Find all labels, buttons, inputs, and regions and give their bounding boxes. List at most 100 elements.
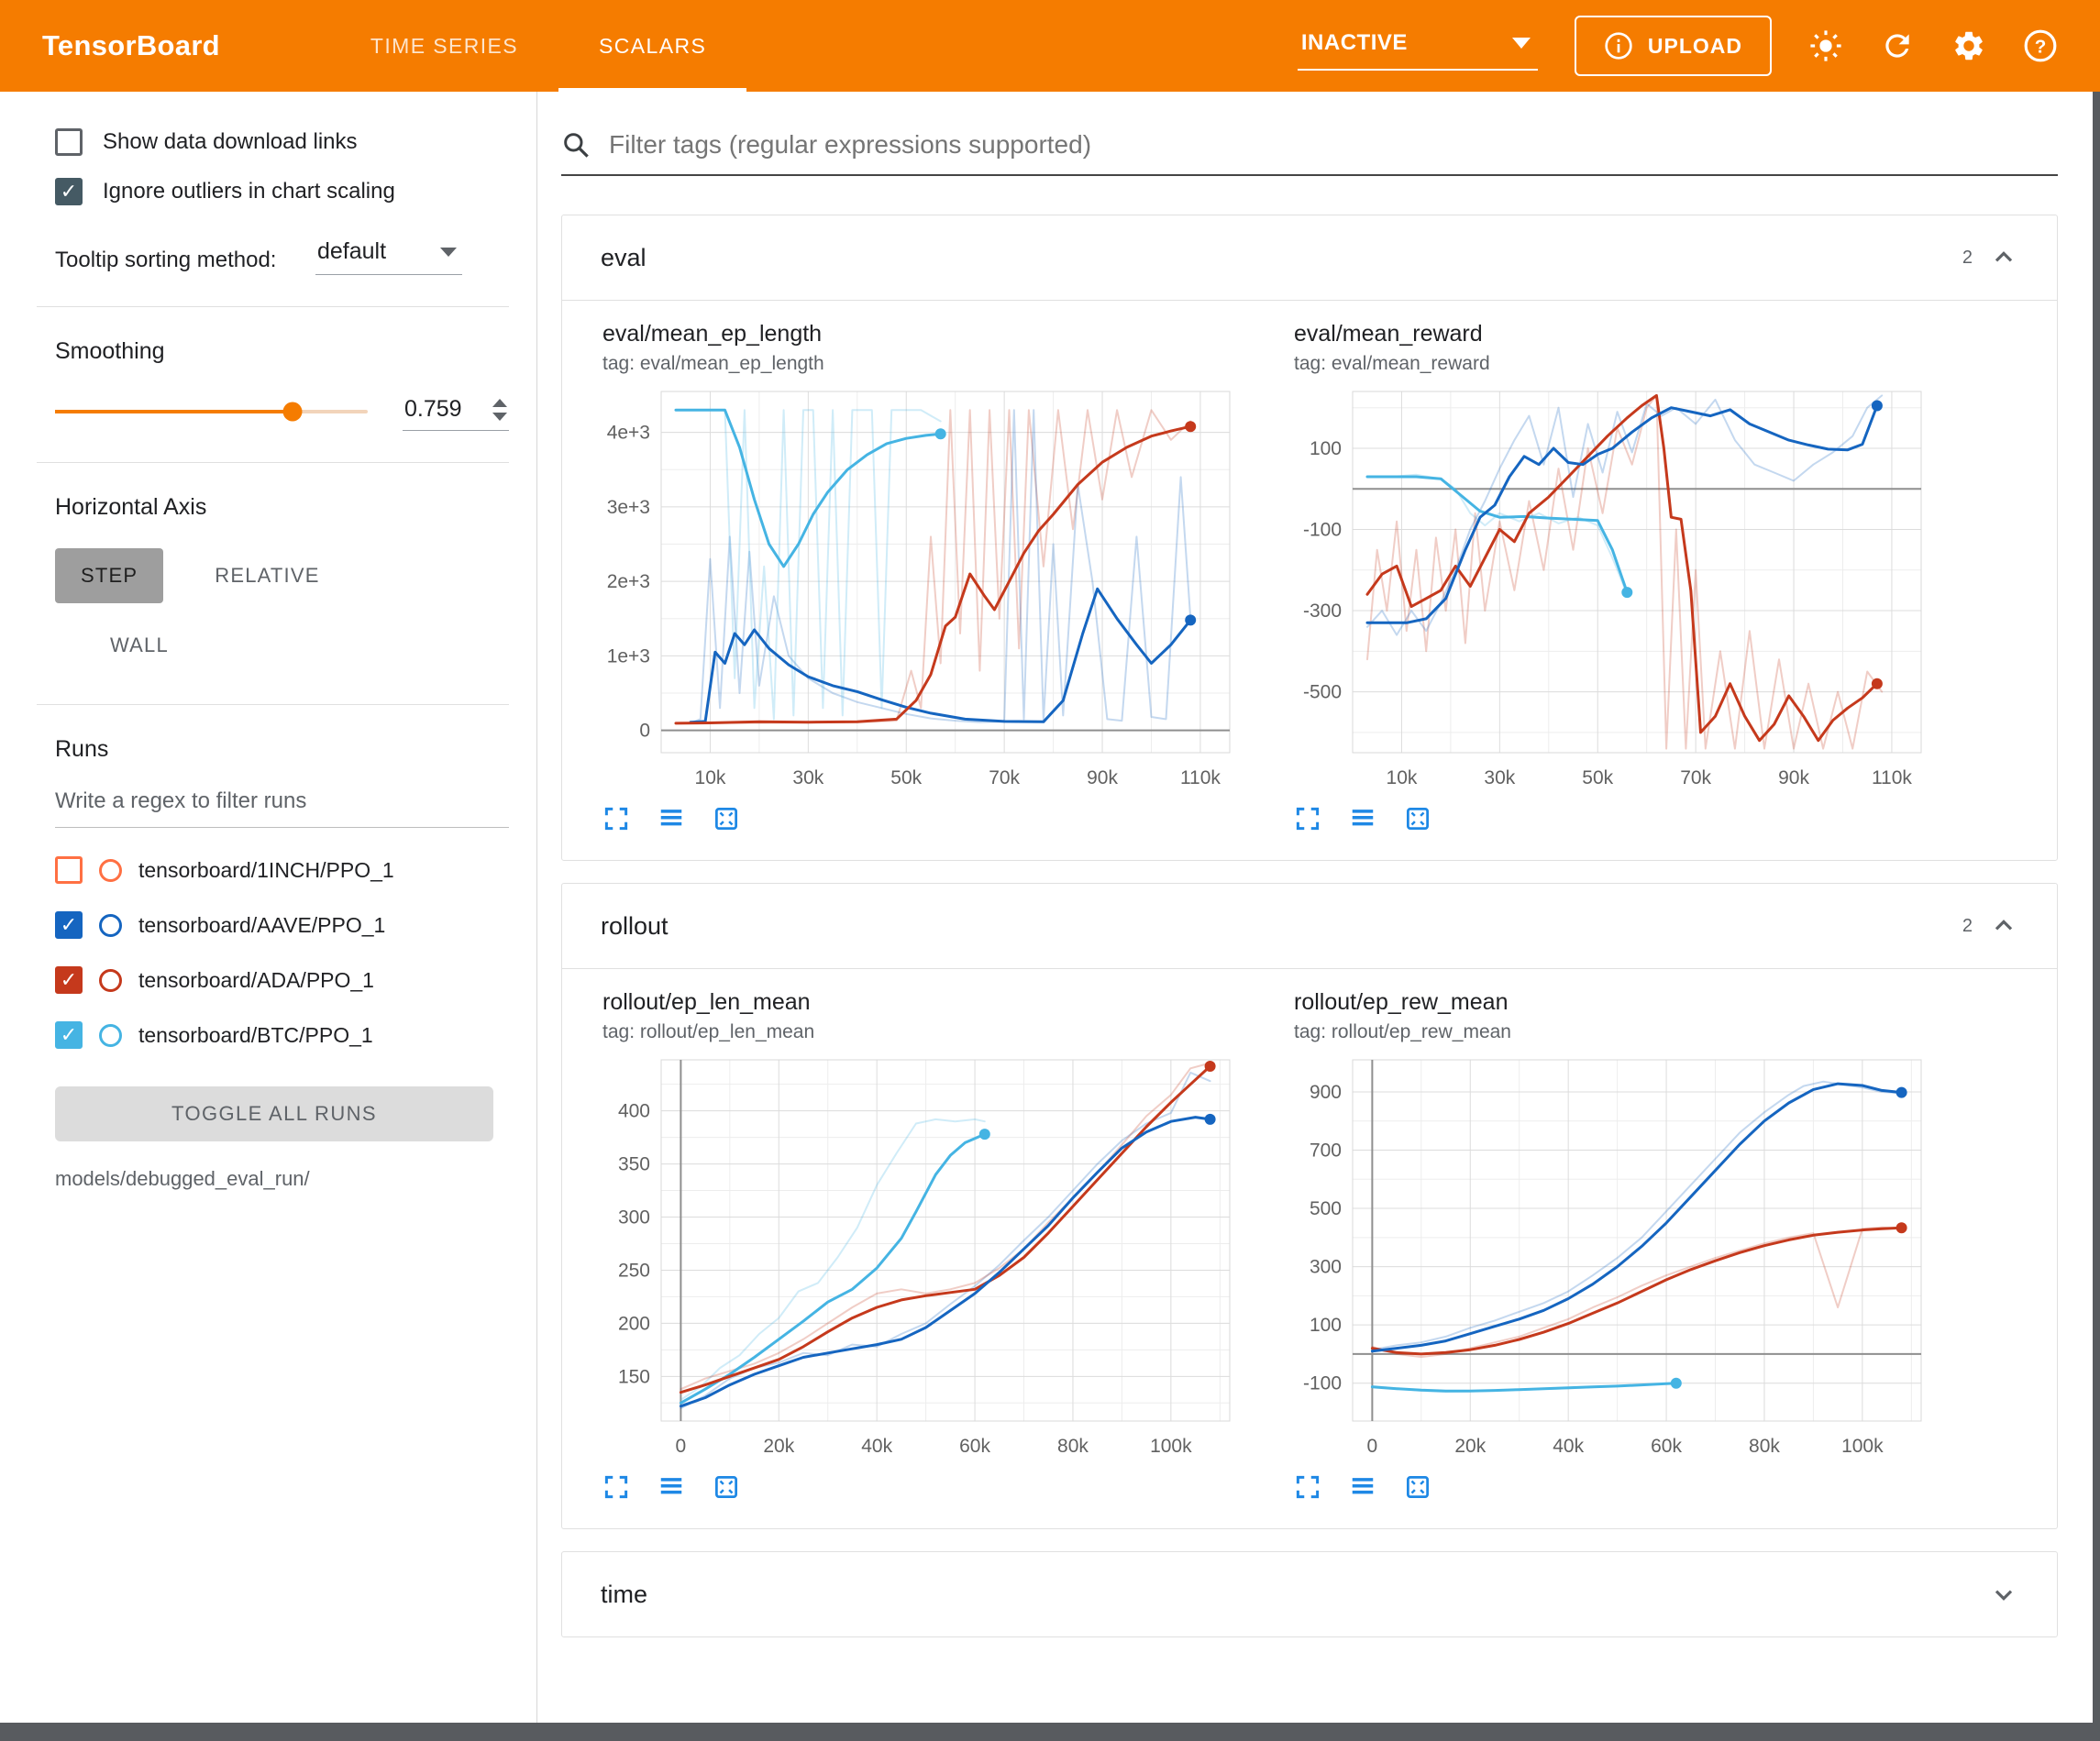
svg-text:2e+3: 2e+3 (607, 571, 650, 592)
settings-gear-icon[interactable] (1951, 28, 1986, 63)
horizontal-scrollbar[interactable] (0, 1723, 2100, 1741)
tag-filter-input[interactable] (609, 130, 2058, 160)
svg-text:100: 100 (1310, 438, 1342, 459)
collapse-chevron-up-icon[interactable] (1989, 911, 2018, 941)
run-item[interactable]: ✓ tensorboard/ADA/PPO_1 (55, 953, 509, 1008)
horizontal-axis-label: Horizontal Axis (55, 494, 509, 521)
vertical-scrollbar[interactable] (2093, 92, 2100, 1723)
card-header-time[interactable]: time (562, 1552, 2057, 1636)
checkbox-label: Ignore outliers in chart scaling (103, 179, 395, 204)
card-header-eval[interactable]: eval 2 (562, 215, 2057, 300)
chevron-down-icon (440, 248, 457, 257)
chart-title: rollout/ep_rew_mean (1294, 989, 1936, 1016)
expand-chart-icon[interactable] (1294, 1473, 1321, 1501)
tensorboard-app: TensorBoard TIME SERIES SCALARS INACTIVE… (0, 0, 2100, 1741)
header-actions: INACTIVE UPLOAD ? (1298, 16, 2058, 76)
chart-title: eval/mean_reward (1294, 321, 1936, 347)
chart-title: rollout/ep_len_mean (602, 989, 1244, 1016)
info-icon (1604, 31, 1633, 61)
run-checkbox[interactable]: ✓ (55, 911, 83, 939)
line-chart-rollout-ep-len-mean[interactable]: 020k40k60k80k100k150200250300350400 (602, 1051, 1244, 1463)
tooltip-sorting-select[interactable]: default (315, 233, 462, 275)
svg-text:30k: 30k (1484, 767, 1515, 788)
divider (37, 306, 509, 307)
svg-text:0: 0 (1367, 1436, 1378, 1457)
line-chart-rollout-ep-rew-mean[interactable]: 020k40k60k80k100k-100100300500700900 (1294, 1051, 1936, 1463)
number-stepper[interactable] (492, 399, 507, 421)
chart-title: eval/mean_ep_length (602, 321, 1244, 347)
smoothing-slider[interactable] (55, 410, 368, 413)
axis-wall-button[interactable]: WALL (84, 618, 194, 673)
chart-block-eval-mean-ep-length: eval/mean_ep_length tag: eval/mean_ep_le… (602, 321, 1244, 832)
status-dropdown-value: INACTIVE (1301, 30, 1408, 56)
app-header: TensorBoard TIME SERIES SCALARS INACTIVE… (0, 0, 2100, 92)
brightness-icon[interactable] (1808, 28, 1843, 63)
svg-text:40k: 40k (1553, 1436, 1584, 1457)
stepper-down-icon[interactable] (492, 413, 507, 421)
data-lines-icon[interactable] (658, 1473, 685, 1501)
tab-time-series[interactable]: TIME SERIES (330, 0, 558, 92)
run-color-circle[interactable] (99, 914, 122, 937)
run-item[interactable]: ✓tensorboard/AAVE/PPO_1 (55, 898, 509, 953)
settings-sidebar: Show data download links ✓ Ignore outlie… (0, 92, 537, 1723)
smoothing-value-box (403, 392, 509, 431)
slider-fill (55, 410, 293, 413)
run-color-circle[interactable] (99, 859, 122, 882)
expand-chart-icon[interactable] (602, 1473, 630, 1501)
chart-tag: tag: eval/mean_ep_length (602, 353, 1244, 375)
svg-text:110k: 110k (1872, 767, 1912, 788)
svg-text:70k: 70k (1680, 767, 1711, 788)
svg-text:300: 300 (1310, 1257, 1342, 1278)
line-chart-eval-mean-ep-length[interactable]: 10k30k50k70k90k110k01e+32e+33e+34e+3 (602, 382, 1244, 795)
data-lines-icon[interactable] (1349, 805, 1376, 832)
card-header-rollout[interactable]: rollout 2 (562, 884, 2057, 968)
data-lines-icon[interactable] (1349, 1473, 1376, 1501)
run-color-circle[interactable] (99, 1024, 122, 1047)
data-lines-icon[interactable] (658, 805, 685, 832)
section-card-eval: eval 2 eval/mean_ep_length tag: eval/mea… (561, 215, 2058, 861)
checkbox-icon[interactable] (55, 128, 83, 156)
svg-text:1e+3: 1e+3 (607, 645, 650, 667)
show-download-links-checkbox-row[interactable]: Show data download links (55, 128, 509, 156)
svg-text:30k: 30k (792, 767, 823, 788)
run-checkbox[interactable]: ✓ (55, 966, 83, 994)
toggle-all-runs-button[interactable]: TOGGLE ALL RUNS (55, 1086, 493, 1141)
slider-thumb[interactable] (282, 402, 302, 422)
ignore-outliers-checkbox-row[interactable]: ✓ Ignore outliers in chart scaling (55, 178, 509, 205)
run-checkbox[interactable]: ✓ (55, 1021, 83, 1049)
checkbox-icon[interactable]: ✓ (55, 178, 83, 205)
runs-list: tensorboard/1INCH/PPO_1✓tensorboard/AAVE… (55, 843, 509, 1063)
expand-chevron-down-icon[interactable] (1989, 1580, 2018, 1609)
card-count-badge: 2 (1962, 248, 1989, 269)
fit-domain-icon[interactable] (1404, 1473, 1431, 1501)
tab-scalars[interactable]: SCALARS (558, 0, 746, 92)
help-icon[interactable]: ? (2023, 28, 2058, 63)
expand-chart-icon[interactable] (1294, 805, 1321, 832)
chart-tag: tag: eval/mean_reward (1294, 353, 1936, 375)
fit-domain-icon[interactable] (713, 1473, 740, 1501)
fit-domain-icon[interactable] (713, 805, 740, 832)
smoothing-value-input[interactable] (404, 396, 472, 423)
collapse-chevron-up-icon[interactable] (1989, 243, 2018, 272)
fit-domain-icon[interactable] (1404, 805, 1431, 832)
run-item[interactable]: tensorboard/1INCH/PPO_1 (55, 843, 509, 898)
svg-text:400: 400 (618, 1101, 650, 1122)
run-checkbox[interactable] (55, 856, 83, 884)
chart-tag: tag: rollout/ep_rew_mean (1294, 1021, 1936, 1043)
upload-button[interactable]: UPLOAD (1575, 16, 1772, 76)
svg-text:250: 250 (618, 1260, 650, 1281)
run-item[interactable]: ✓tensorboard/BTC/PPO_1 (55, 1008, 509, 1063)
run-color-circle[interactable] (99, 969, 122, 992)
axis-step-button[interactable]: STEP (55, 548, 163, 603)
run-label: tensorboard/ADA/PPO_1 (138, 968, 374, 993)
stepper-up-icon[interactable] (492, 399, 507, 407)
line-chart-eval-mean-reward[interactable]: 10k30k50k70k90k110k100-100-300-500 (1294, 382, 1936, 795)
status-dropdown[interactable]: INACTIVE (1298, 21, 1538, 71)
svg-text:-100: -100 (1303, 1373, 1342, 1394)
svg-text:-500: -500 (1303, 682, 1342, 703)
refresh-icon[interactable] (1880, 28, 1915, 63)
runs-filter-input[interactable] (55, 785, 509, 828)
svg-text:20k: 20k (763, 1436, 794, 1457)
expand-chart-icon[interactable] (602, 805, 630, 832)
axis-relative-button[interactable]: RELATIVE (189, 548, 345, 603)
